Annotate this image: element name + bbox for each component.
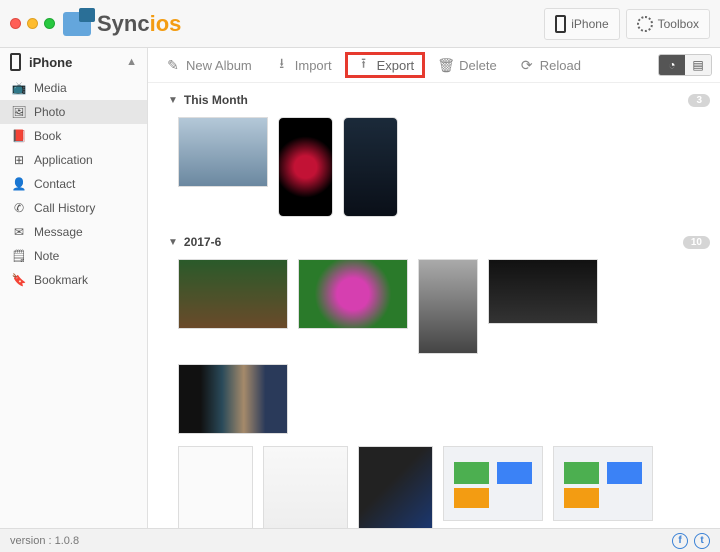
- photo-thumbnail[interactable]: [178, 259, 288, 329]
- sidebar-item-label: Media: [34, 81, 67, 95]
- sidebar-item-note[interactable]: 🗒 Note: [0, 244, 147, 268]
- photo-thumbnail[interactable]: [488, 259, 598, 324]
- photo-thumbnail[interactable]: [343, 117, 398, 217]
- gear-icon: [637, 16, 653, 32]
- import-icon: ⭳: [274, 57, 290, 73]
- toolbox-label: Toolbox: [658, 17, 699, 31]
- facebook-icon[interactable]: f: [672, 533, 688, 549]
- close-window-button[interactable]: [10, 18, 21, 29]
- reload-icon: ⟳: [519, 57, 535, 73]
- section-title: This Month: [184, 93, 248, 107]
- toolbar-label: New Album: [186, 58, 252, 73]
- view-toggle: ◔ ▤: [658, 54, 712, 76]
- section-header-2017-6[interactable]: ▼ 2017-6 10: [168, 229, 710, 255]
- note-icon: 🗒: [12, 249, 26, 263]
- footer: version : 1.0.8 f t: [0, 528, 720, 552]
- sidebar-item-label: Photo: [34, 105, 65, 119]
- sidebar-list: 📺 Media 🖼 Photo 📕 Book ⊞ Application 👤 Contac…: [0, 76, 147, 292]
- app-logo: Syncios: [63, 11, 181, 37]
- device-label: iPhone: [571, 17, 608, 31]
- sidebar-item-call-history[interactable]: ✆ Call History: [0, 196, 147, 220]
- syncios-icon: [63, 12, 91, 36]
- thumb-row: [178, 259, 710, 434]
- sidebar-item-label: Call History: [34, 201, 95, 215]
- photo-thumbnail[interactable]: [178, 364, 288, 434]
- contact-icon: 👤: [12, 177, 26, 191]
- sidebar-item-contact[interactable]: 👤 Contact: [0, 172, 147, 196]
- main-area: iPhone ▲ 📺 Media 🖼 Photo 📕 Book ⊞ Applicatio…: [0, 48, 720, 528]
- chevron-down-icon: ▼: [168, 237, 178, 248]
- photo-thumbnail[interactable]: [263, 446, 348, 528]
- eject-icon[interactable]: ▲: [126, 56, 137, 68]
- section-header-this-month[interactable]: ▼ This Month 3: [168, 87, 710, 113]
- thumb-row: [178, 117, 710, 217]
- sidebar-item-application[interactable]: ⊞ Application: [0, 148, 147, 172]
- app-name-a: Sync: [97, 11, 150, 37]
- chevron-down-icon: ▼: [168, 95, 178, 106]
- photo-thumbnail[interactable]: [178, 117, 268, 187]
- social-links: f t: [672, 533, 710, 549]
- photo-thumbnail[interactable]: [418, 259, 478, 354]
- toolbar-label: Import: [295, 58, 332, 73]
- sidebar-item-message[interactable]: ✉ Message: [0, 220, 147, 244]
- section-title: 2017-6: [184, 235, 221, 249]
- twitter-icon[interactable]: t: [694, 533, 710, 549]
- device-selector-button[interactable]: iPhone: [544, 8, 619, 40]
- minimize-window-button[interactable]: [27, 18, 38, 29]
- export-icon: ⭱: [356, 57, 372, 73]
- sidebar-item-photo[interactable]: 🖼 Photo: [0, 100, 147, 124]
- export-button[interactable]: ⭱ Export: [345, 52, 426, 78]
- toolbar-label: Reload: [540, 58, 581, 73]
- sidebar-item-label: Bookmark: [34, 273, 88, 287]
- new-album-icon: ✎: [165, 57, 181, 73]
- delete-button[interactable]: 🗑 Delete: [429, 52, 506, 78]
- photo-icon: 🖼: [12, 105, 26, 119]
- reload-button[interactable]: ⟳ Reload: [510, 52, 590, 78]
- view-time-button[interactable]: ◔: [659, 55, 685, 75]
- delete-icon: 🗑: [438, 57, 454, 73]
- bookmark-icon: 🔖: [12, 273, 26, 287]
- photo-thumbnail[interactable]: [553, 446, 653, 521]
- version-label: version : 1.0.8: [10, 535, 79, 547]
- toolbar: ✎ New Album ⭳ Import ⭱ Export 🗑 Delete ⟳ Relo…: [148, 48, 720, 83]
- sidebar: iPhone ▲ 📺 Media 🖼 Photo 📕 Book ⊞ Applicatio…: [0, 48, 148, 528]
- count-badge: 3: [688, 94, 710, 107]
- toolbar-label: Export: [377, 58, 415, 73]
- import-button[interactable]: ⭳ Import: [265, 52, 341, 78]
- view-album-button[interactable]: ▤: [685, 55, 711, 75]
- photo-thumbnail[interactable]: [298, 259, 408, 329]
- sidebar-item-bookmark[interactable]: 🔖 Bookmark: [0, 268, 147, 292]
- window-controls: [10, 18, 55, 29]
- sidebar-item-label: Message: [34, 225, 83, 239]
- count-badge: 10: [683, 236, 710, 249]
- toolbox-button[interactable]: Toolbox: [626, 9, 710, 39]
- app-name-b: ios: [150, 11, 182, 37]
- book-icon: 📕: [12, 129, 26, 143]
- sidebar-item-media[interactable]: 📺 Media: [0, 76, 147, 100]
- phone-icon: [555, 15, 566, 33]
- message-icon: ✉: [12, 225, 26, 239]
- phone-icon: [10, 53, 21, 71]
- new-album-button[interactable]: ✎ New Album: [156, 52, 261, 78]
- call-history-icon: ✆: [12, 201, 26, 215]
- photo-thumbnail[interactable]: [278, 117, 333, 217]
- sidebar-item-label: Application: [34, 153, 93, 167]
- sidebar-device-header[interactable]: iPhone ▲: [0, 48, 147, 76]
- titlebar: Syncios iPhone Toolbox: [0, 0, 720, 48]
- photo-scroll[interactable]: ▼ This Month 3 ▼ 2017-6 10: [148, 83, 720, 528]
- photo-thumbnail[interactable]: [443, 446, 543, 521]
- media-icon: 📺: [12, 81, 26, 95]
- toolbar-label: Delete: [459, 58, 497, 73]
- sidebar-item-label: Note: [34, 249, 59, 263]
- sidebar-item-book[interactable]: 📕 Book: [0, 124, 147, 148]
- sidebar-device-name: iPhone: [29, 55, 72, 70]
- sidebar-item-label: Book: [34, 129, 61, 143]
- sidebar-item-label: Contact: [34, 177, 75, 191]
- content: ✎ New Album ⭳ Import ⭱ Export 🗑 Delete ⟳ Relo…: [148, 48, 720, 528]
- application-icon: ⊞: [12, 153, 26, 167]
- maximize-window-button[interactable]: [44, 18, 55, 29]
- thumb-row: [178, 446, 710, 528]
- photo-thumbnail[interactable]: [358, 446, 433, 528]
- photo-thumbnail[interactable]: [178, 446, 253, 528]
